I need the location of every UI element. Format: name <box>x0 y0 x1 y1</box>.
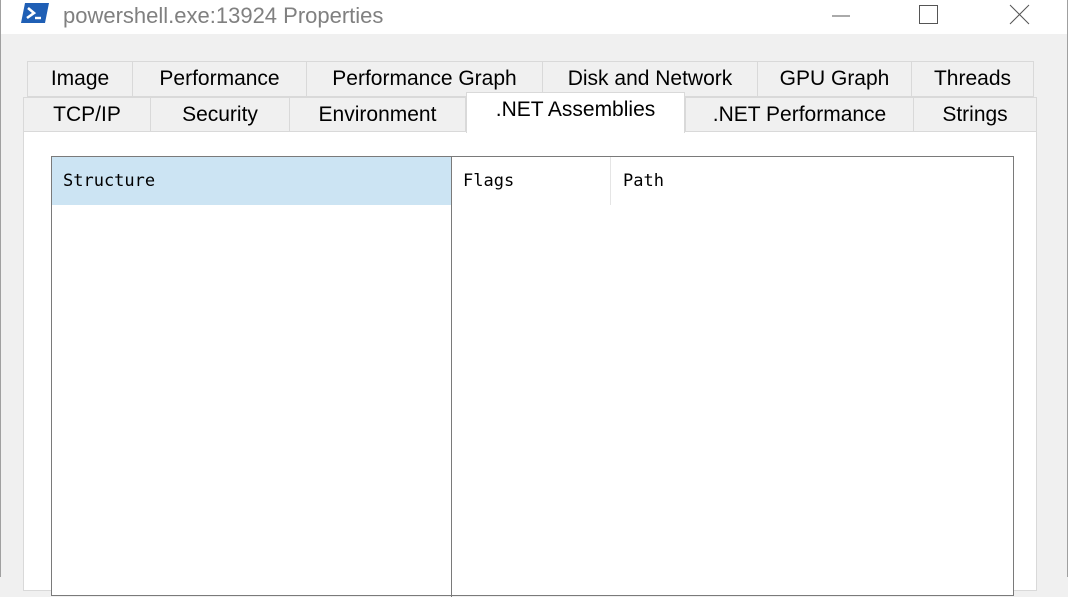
tab-tcp-ip[interactable]: TCP/IP <box>23 97 151 133</box>
path-column-header[interactable]: Path <box>623 171 664 191</box>
tab-performance[interactable]: Performance <box>132 61 307 97</box>
column-separator[interactable] <box>610 157 611 205</box>
tab-strings[interactable]: Strings <box>913 97 1037 133</box>
powershell-icon <box>20 2 50 24</box>
tab-gpu-graph[interactable]: GPU Graph <box>757 61 912 97</box>
net-assemblies-panel: Structure Flags Path <box>23 131 1037 597</box>
structure-header-label: Structure <box>63 171 156 191</box>
maximize-button[interactable] <box>899 0 959 32</box>
tab-image[interactable]: Image <box>27 61 133 97</box>
flags-column-header[interactable]: Flags <box>463 171 514 191</box>
close-button[interactable] <box>990 0 1050 32</box>
tab-security[interactable]: Security <box>150 97 290 133</box>
tab-control: Image Performance Performance Graph Disk… <box>1 34 1067 597</box>
structure-header[interactable]: Structure <box>52 157 451 205</box>
maximize-icon <box>919 5 938 24</box>
tab-net-assemblies[interactable]: .NET Assemblies <box>466 92 685 133</box>
structure-tree-pane[interactable]: Structure <box>52 157 452 597</box>
assemblies-tree-list[interactable]: Structure Flags Path <box>51 156 1014 597</box>
window-title: powershell.exe:13924 Properties <box>63 3 384 28</box>
close-icon <box>1009 4 1030 25</box>
minimize-icon <box>832 15 850 17</box>
properties-window: powershell.exe:13924 Properties Image Pe… <box>0 0 1068 597</box>
minimize-button[interactable] <box>808 0 868 32</box>
title-bar[interactable]: powershell.exe:13924 Properties <box>1 0 1067 34</box>
tab-net-performance[interactable]: .NET Performance <box>685 97 914 133</box>
tab-environment[interactable]: Environment <box>289 97 466 133</box>
tab-threads[interactable]: Threads <box>911 61 1034 97</box>
